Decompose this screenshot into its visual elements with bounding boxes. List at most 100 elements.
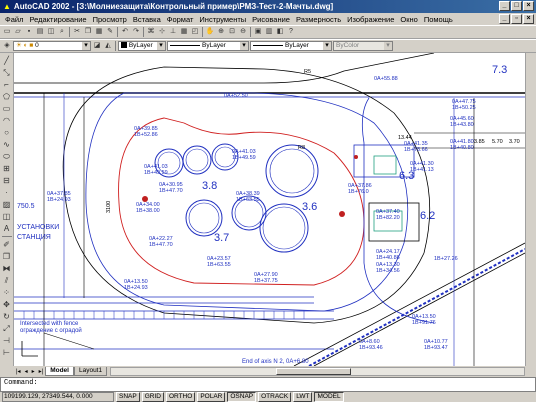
ortho-toggle[interactable]: ORTHO [165, 392, 196, 402]
print-icon[interactable]: ▤ [35, 27, 45, 37]
zoom-window-icon[interactable]: ⊡ [227, 27, 237, 37]
track-icon[interactable]: ⊹ [157, 27, 167, 37]
hyperlink-icon[interactable]: ⌘ [146, 27, 156, 37]
menu-window[interactable]: Окно [397, 15, 420, 24]
label-b20: 1B+78.66 [404, 147, 428, 153]
pan-icon[interactable]: ✋ [205, 27, 215, 37]
extend-icon[interactable]: ⊢ [1, 347, 12, 358]
paste-icon[interactable]: ▦ [94, 27, 104, 37]
copy-icon[interactable]: ❐ [83, 27, 93, 37]
designcenter-icon[interactable]: ▥ [264, 27, 274, 37]
menu-dimension[interactable]: Размерность [293, 15, 344, 24]
make-block-icon[interactable]: ⊟ [1, 175, 12, 186]
redo-icon[interactable]: ↷ [131, 27, 141, 37]
layer-combo[interactable]: ☀ ◐ ■ 0 [13, 41, 91, 51]
command-line[interactable]: Command: [0, 377, 536, 392]
layers-icon[interactable]: ◈ [2, 41, 12, 51]
matchprop-icon[interactable]: ✎ [105, 27, 115, 37]
offset-icon[interactable]: ⫽ [1, 275, 12, 286]
point-icon[interactable]: · [1, 187, 12, 198]
menu-tools[interactable]: Инструменты [196, 15, 249, 24]
tab-layout1[interactable]: Layout1 [73, 366, 108, 376]
move-icon[interactable]: ✥ [1, 299, 12, 310]
menu-file[interactable]: Файл [2, 15, 26, 24]
tab-first-icon[interactable]: |◂ [14, 368, 23, 375]
tab-prev-icon[interactable]: ◂ [23, 368, 30, 375]
otrack-toggle[interactable]: OTRACK [258, 392, 292, 402]
hatch-icon[interactable]: ▨ [1, 199, 12, 210]
doc-close-button[interactable]: × [523, 14, 534, 24]
scale-icon[interactable]: ⤢ [1, 323, 12, 334]
drawing-canvas[interactable]: 0A+52.50 0A+55.88 0A+39.85 1B+52.86 0A+4… [14, 53, 525, 366]
polygon-icon[interactable]: ⬠ [1, 91, 12, 102]
rectangle-icon[interactable]: ▭ [1, 103, 12, 114]
linetype-combo[interactable]: ByLayer [167, 41, 249, 51]
circle-icon[interactable]: ○ [1, 127, 12, 138]
insert-block-icon[interactable]: ⊞ [1, 163, 12, 174]
arc-icon[interactable]: ◠ [1, 115, 12, 126]
new-icon[interactable]: ▭ [2, 27, 12, 37]
model-toggle[interactable]: MODEL [314, 392, 344, 402]
horizontal-scrollbar[interactable] [110, 366, 525, 376]
osnap-toggle[interactable]: OSNAP [227, 392, 257, 402]
lineweight-combo[interactable]: ByLayer [250, 41, 332, 51]
scrollbar-thumb[interactable] [276, 367, 351, 375]
preview-icon[interactable]: ◫ [46, 27, 56, 37]
label-b3: 1B+49.59 [232, 155, 256, 161]
menu-help[interactable]: Помощь [421, 15, 456, 24]
menu-draw[interactable]: Рисование [249, 15, 293, 24]
cut-icon[interactable]: ✂ [72, 27, 82, 37]
cad-drawing[interactable]: 0A+52.50 0A+55.88 0A+39.85 1B+52.86 0A+4… [14, 53, 525, 366]
snap-toggle[interactable]: SNAP [116, 392, 140, 402]
redraw-icon[interactable]: ◰ [190, 27, 200, 37]
linetype-value: ByLayer [202, 42, 226, 49]
doc-minimize-button[interactable]: _ [499, 14, 510, 24]
menu-edit[interactable]: Редактирование [26, 15, 89, 24]
layer-previous-icon[interactable]: ◭ [103, 41, 113, 51]
spline-icon[interactable]: ∿ [1, 139, 12, 150]
doc-restore-button[interactable]: ▫ [511, 14, 522, 24]
make-current-icon[interactable]: ◪ [92, 41, 102, 51]
menu-modify[interactable]: Изображение [344, 15, 397, 24]
menu-insert[interactable]: Вставка [130, 15, 164, 24]
menu-format[interactable]: Формат [164, 15, 197, 24]
region-icon[interactable]: ◫ [1, 211, 12, 222]
minimize-button[interactable]: _ [499, 1, 510, 11]
copy-object-icon[interactable]: ❐ [1, 251, 12, 262]
draw-toolbar: ╱ ⤡ ⌐ ⬠ ▭ ◠ ○ ∿ ⬭ ⊞ ⊟ · ▨ ◫ A ✐ ❐ ⧓ ⫽ ⁘ … [0, 53, 14, 366]
erase-icon[interactable]: ✐ [1, 239, 12, 250]
color-combo[interactable]: ByLayer [118, 41, 166, 51]
properties-icon[interactable]: ▣ [253, 27, 263, 37]
line-icon[interactable]: ╱ [1, 55, 12, 66]
lwt-toggle[interactable]: LWT [293, 392, 313, 402]
polar-toggle[interactable]: POLAR [197, 392, 226, 402]
menu-view[interactable]: Просмотр [90, 15, 130, 24]
ucs-icon[interactable]: ⊥ [168, 27, 178, 37]
mtext-icon[interactable]: A [1, 223, 12, 234]
open-icon[interactable]: ▱ [13, 27, 23, 37]
grid-icon[interactable]: ▦ [179, 27, 189, 37]
help-icon[interactable]: ? [286, 27, 296, 37]
tab-model[interactable]: Model [45, 366, 74, 376]
linetype-swatch [170, 44, 200, 46]
tab-next-icon[interactable]: ▸ [30, 368, 37, 375]
menu-bar: Файл Редактирование Просмотр Вставка Фор… [0, 13, 536, 25]
pline-icon[interactable]: ⌐ [1, 79, 12, 90]
array-icon[interactable]: ⁘ [1, 287, 12, 298]
zoom-previous-icon[interactable]: ⊖ [238, 27, 248, 37]
trim-icon[interactable]: ⊣ [1, 335, 12, 346]
save-icon[interactable]: ▪ [24, 27, 34, 37]
close-button[interactable]: × [523, 1, 534, 11]
undo-icon[interactable]: ↶ [120, 27, 130, 37]
ellipse-icon[interactable]: ⬭ [1, 151, 12, 162]
tab-last-icon[interactable]: ▸| [37, 368, 46, 375]
zoom-realtime-icon[interactable]: ⊕ [216, 27, 226, 37]
find-icon[interactable]: ⌕ [57, 27, 67, 37]
grid-toggle[interactable]: GRID [141, 392, 164, 402]
xline-icon[interactable]: ⤡ [1, 67, 12, 78]
maximize-button[interactable]: □ [511, 1, 522, 11]
dbconnect-icon[interactable]: ◧ [275, 27, 285, 37]
status-bar: 109199.129, 27349.544, 0.000 SNAP GRID O… [0, 392, 536, 402]
rotate-icon[interactable]: ↻ [1, 311, 12, 322]
mirror-icon[interactable]: ⧓ [1, 263, 12, 274]
